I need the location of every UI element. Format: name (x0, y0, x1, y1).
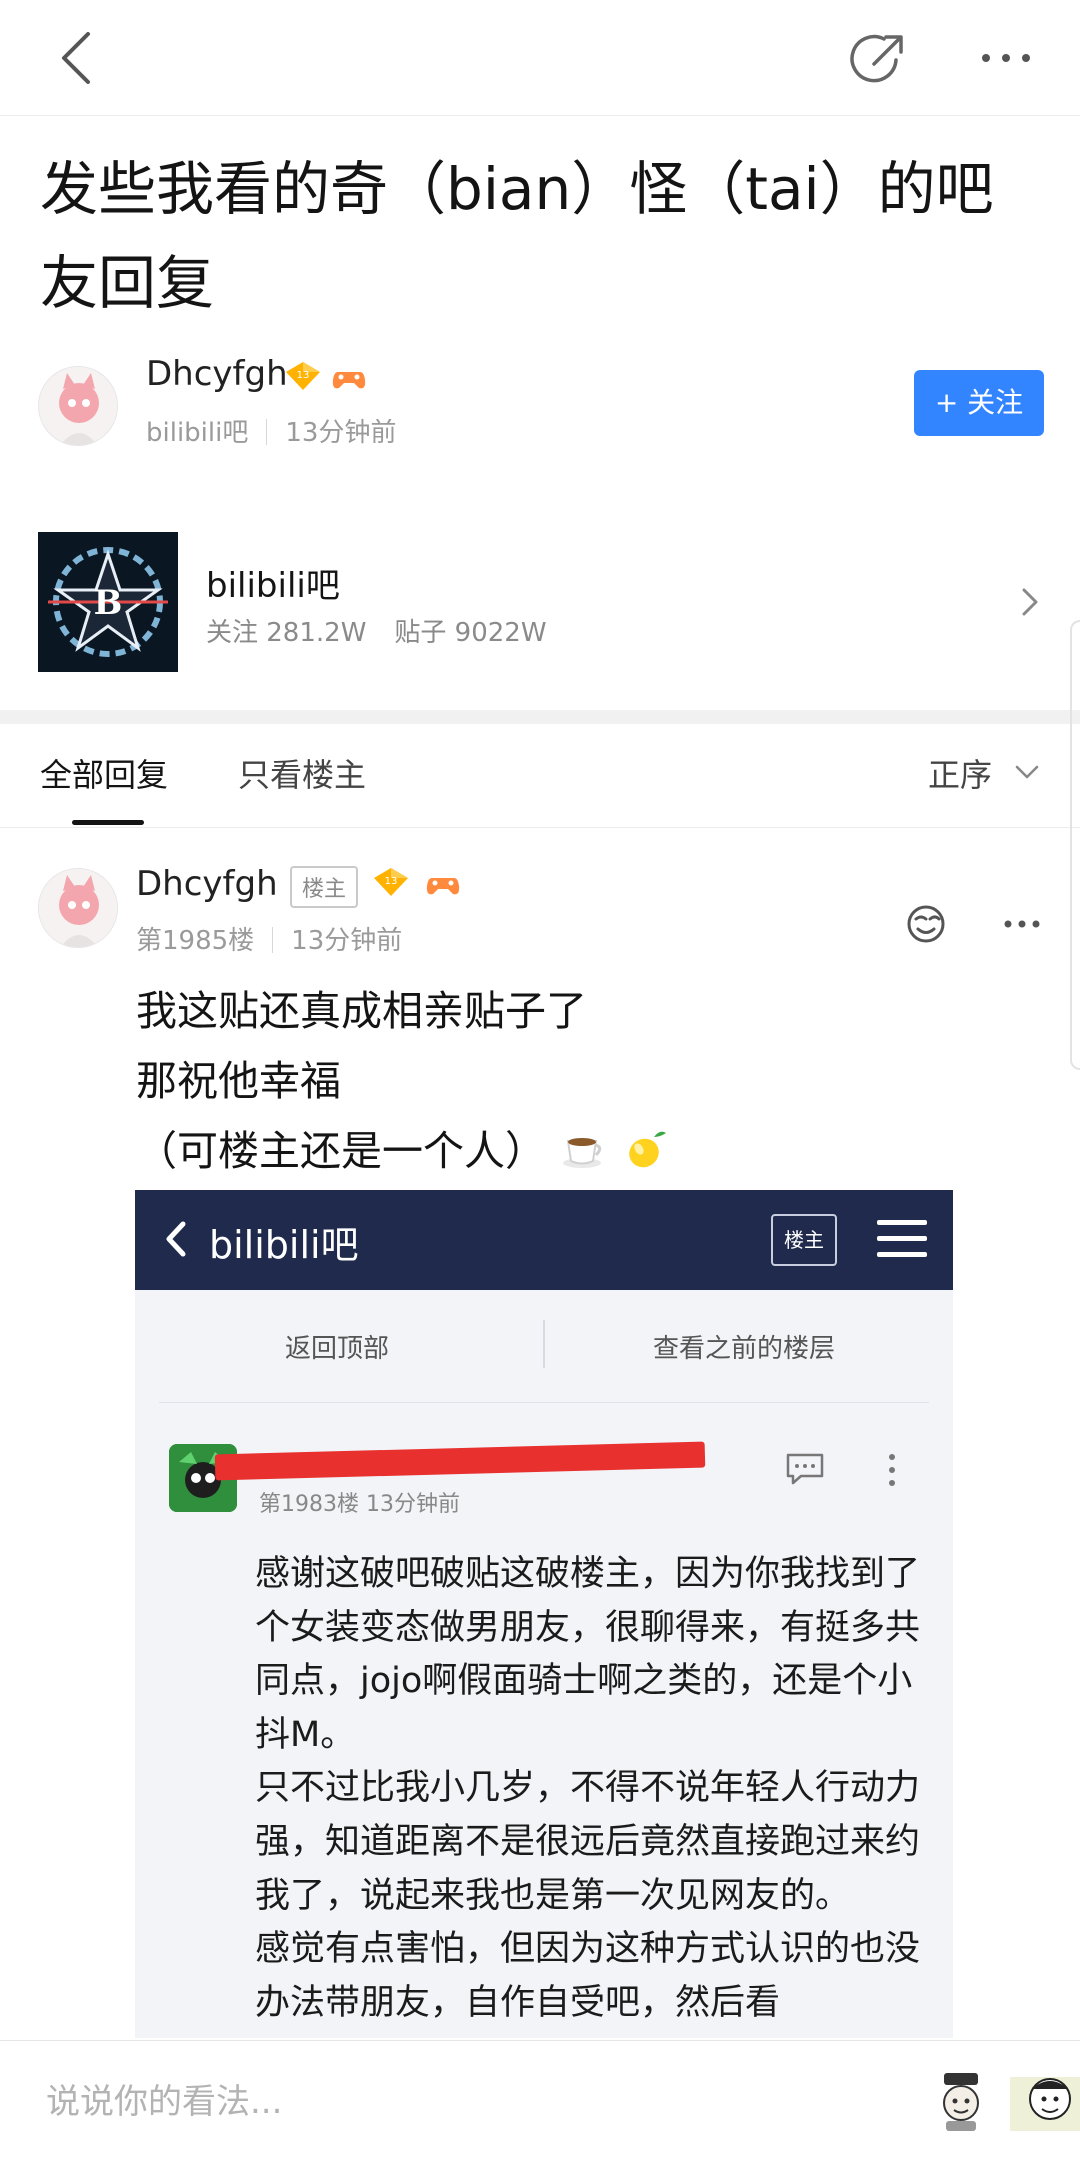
tab-indicator (72, 820, 144, 825)
forum-logo-art: B (38, 532, 178, 672)
image-more-icon (889, 1454, 895, 1486)
author-time: 13分钟前 (285, 418, 397, 448)
reply-line: 那祝他幸福 (136, 1057, 341, 1105)
reply-avatar[interactable] (38, 868, 118, 948)
reply-line: 我这贴还真成相亲贴子了 (136, 987, 587, 1035)
image-floor-meta: 第1983楼 13分钟前 (259, 1492, 460, 1517)
post-title: 发些我看的奇（bian）怪（tai）的吧友回复 (40, 155, 994, 317)
forum-name: bilibili吧 (206, 566, 340, 606)
image-owner-button: 楼主 (771, 1214, 837, 1266)
image-link-separator (543, 1320, 545, 1368)
reply-meta: 第1985楼 13分钟前 (136, 920, 402, 957)
share-icon[interactable] (850, 30, 908, 88)
author-row: Dhcyfgh 13 bilibili吧 13分钟前 + 关注 (38, 352, 1048, 462)
author-forum[interactable]: bilibili吧 (146, 418, 248, 448)
reply-author-name[interactable]: Dhcyfgh (136, 864, 278, 904)
level-badge-icon: 13 (374, 868, 408, 896)
reply-content: 我这贴还真成相亲贴子了 那祝他幸福 （可楼主还是一个人） (136, 976, 1036, 1186)
meta-separator (266, 419, 268, 445)
image-nav-title: bilibili吧 (209, 1223, 359, 1267)
author-avatar[interactable] (38, 366, 118, 446)
bottom-input-bar (0, 2040, 1080, 2158)
author-meta: bilibili吧 13分钟前 (146, 412, 396, 449)
comment-input[interactable] (46, 2077, 846, 2127)
level-number: 13 (297, 370, 310, 381)
level-badge-icon: 13 (286, 362, 320, 390)
reply-image[interactable]: bilibili吧 楼主 返回顶部 查看之前的楼层 第1983楼 13分钟前 感… (135, 1190, 953, 2038)
avatar-illustration (39, 367, 117, 445)
reply-line: （可楼主还是一个人） (136, 1127, 546, 1175)
reply-line-with-emoji: （可楼主还是一个人） (136, 1116, 1036, 1186)
back-icon[interactable] (48, 26, 108, 90)
level-number: 13 (385, 876, 398, 887)
avatar-illustration (39, 869, 117, 947)
section-divider (0, 710, 1080, 724)
scroll-indicator[interactable] (1070, 620, 1080, 1070)
chevron-right-icon (1022, 588, 1038, 616)
follow-button[interactable]: + 关注 (914, 370, 1044, 436)
sort-order-button[interactable]: 正序 (928, 750, 992, 796)
image-post-text: 感谢这破吧破贴这破楼主，因为你我找到了个女装变态做男朋友，很聊得来，有挺多共同点… (255, 1554, 921, 2023)
image-divider (159, 1402, 929, 1403)
image-back-icon (166, 1221, 186, 1257)
lemon-emoji-icon (629, 1131, 666, 1168)
reply-more-icon[interactable] (1002, 912, 1042, 936)
gamepad-badge-icon (332, 372, 366, 389)
reply-floor: 第1985楼 (136, 926, 255, 956)
gamepad-badge-icon (426, 878, 460, 895)
image-back-to-top: 返回顶部 (285, 1334, 390, 1364)
reply-tabs: 全部回复 只看楼主 正序 (0, 724, 1080, 828)
image-previous-floors: 查看之前的楼层 (653, 1334, 836, 1364)
author-name[interactable]: Dhcyfgh (146, 354, 288, 394)
face-icon[interactable] (904, 902, 948, 946)
meme-sticker-icon[interactable] (1010, 2069, 1080, 2131)
chevron-down-icon[interactable] (1014, 764, 1040, 780)
tab-all-replies[interactable]: 全部回复 (40, 750, 168, 796)
more-dots-icon[interactable] (976, 36, 1036, 80)
forum-stats: 关注 281.2W 贴子 9022W (206, 612, 575, 649)
top-bar (0, 0, 1080, 116)
coffee-emoji-icon (563, 1138, 602, 1168)
forum-posts: 贴子 9022W (394, 618, 547, 648)
forum-logo-letter: B (94, 583, 123, 623)
forum-followers: 关注 281.2W (206, 618, 367, 648)
tab-owner-only[interactable]: 只看楼主 (238, 750, 366, 796)
owner-tag: 楼主 (290, 866, 359, 908)
image-nav-bar: bilibili吧 楼主 (135, 1190, 953, 1290)
image-menu-icon (877, 1220, 927, 1257)
reply-item: Dhcyfgh 楼主 13 第1985楼 13分钟前 我这贴还真成相亲贴子了 那祝… (0, 828, 1080, 2038)
meta-separator (272, 927, 274, 953)
reply-time: 13分钟前 (291, 926, 403, 956)
forum-logo: B (38, 532, 178, 672)
image-links-row: 返回顶部 查看之前的楼层 (135, 1290, 953, 1402)
emoji-sticker-icon[interactable] (936, 2071, 986, 2133)
image-comment-icon (786, 1453, 824, 1485)
redaction-mark (214, 1441, 706, 1481)
forum-card[interactable]: B bilibili吧 关注 281.2W 贴子 9022W (38, 532, 1048, 672)
